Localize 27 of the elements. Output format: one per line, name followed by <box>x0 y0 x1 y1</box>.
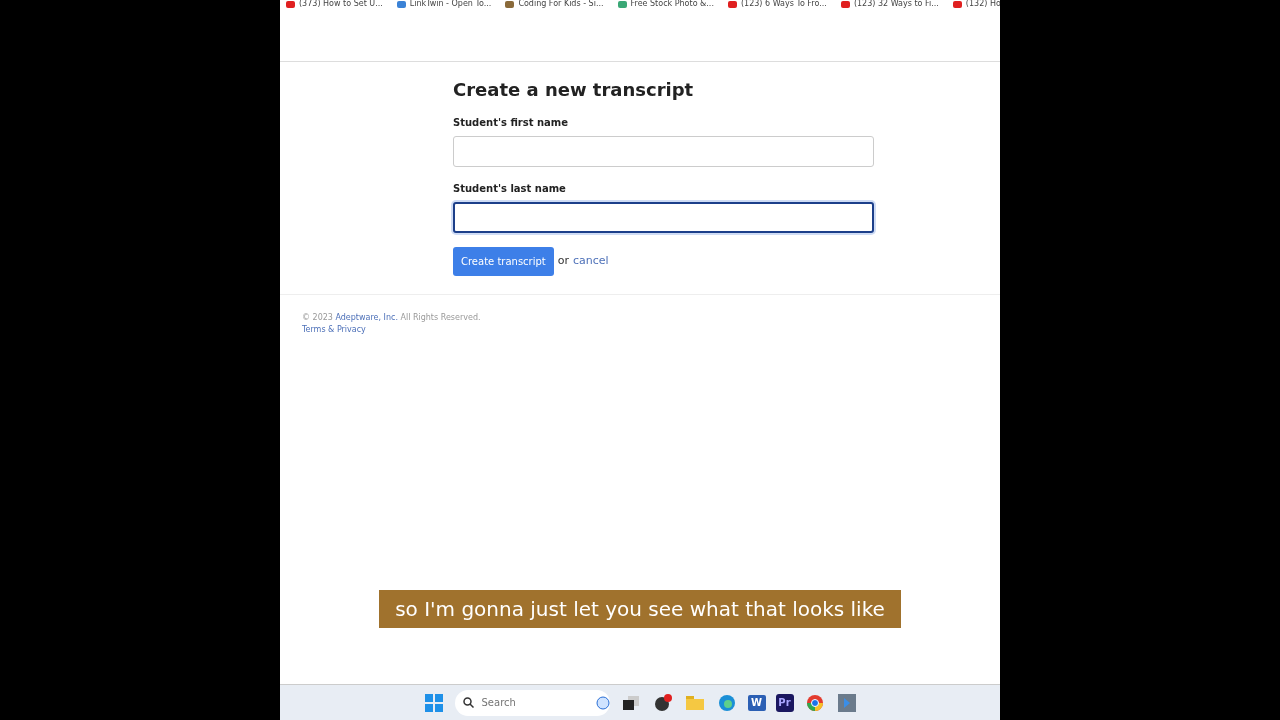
create-button[interactable]: Create transcript <box>453 247 554 276</box>
rights-text: All Rights Reserved. <box>399 313 481 322</box>
bookmark[interactable]: Coding For Kids - Si... <box>505 0 604 8</box>
windows-icon[interactable] <box>422 691 445 714</box>
bookmark[interactable]: Free Stock Photo &... <box>617 0 714 8</box>
cancel-link[interactable]: cancel <box>573 253 609 270</box>
search-bar[interactable]: Search <box>454 689 610 716</box>
field-label: Student's last name <box>453 182 567 196</box>
bookmark[interactable]: (123) 6 Ways To Fro... <box>727 0 827 8</box>
field-label: Student's first name <box>453 116 570 130</box>
bookmark[interactable]: (373) How to Set U... <box>286 0 383 8</box>
app-icon[interactable] <box>835 691 858 714</box>
bookmark[interactable]: LinkTwin - Open To... <box>396 0 492 8</box>
copyright-text: © 2023 <box>302 313 334 322</box>
company-link[interactable]: Adeptware, Inc. <box>335 313 398 322</box>
terms-link[interactable]: Terms & Privacy <box>302 324 366 336</box>
premiere-icon[interactable]: Pr <box>775 693 794 712</box>
search-icon <box>462 697 474 708</box>
bookmark[interactable]: (132) Ho <box>952 0 1000 8</box>
chat-icon[interactable] <box>595 695 610 710</box>
video-caption: so I'm gonna just let you see what that looks like <box>379 590 901 628</box>
word-icon[interactable]: W <box>747 694 766 711</box>
form-title: Create a new transcript <box>453 78 695 102</box>
bookmark[interactable]: (123) 32 Ways to Fi... <box>840 0 939 8</box>
search-input[interactable]: Search <box>479 694 590 711</box>
or-text: or <box>557 253 570 270</box>
input-field[interactable] <box>453 202 874 233</box>
